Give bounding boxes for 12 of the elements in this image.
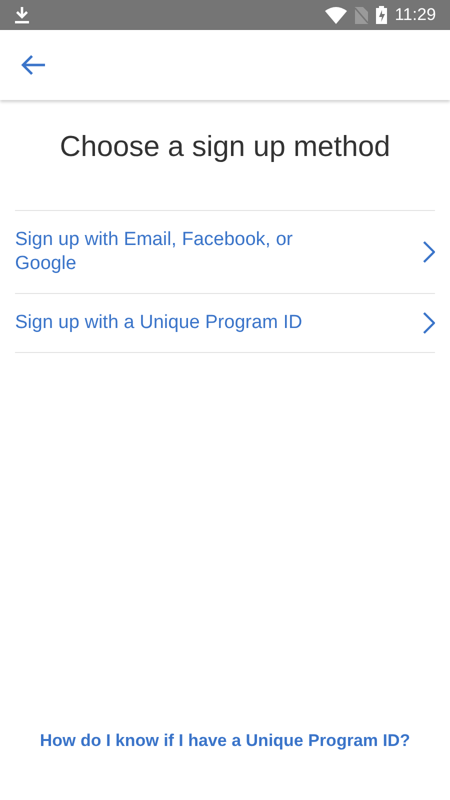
chevron-icon [423,312,435,334]
chevron-icon [423,240,435,262]
sign-up-option[interactable]: Sign up with a Unique Program ID [15,294,435,352]
battery-charging-icon [376,6,387,24]
wifi-icon [324,6,347,24]
download-icon [14,6,30,24]
help-link[interactable]: How do I know if I have a Unique Program ID? [40,731,410,750]
clock-time: 11:29 [394,4,436,26]
no-sim-icon [354,6,368,24]
back-button[interactable] [20,54,46,76]
page-title: Choose a sign up method [58,130,392,165]
sign-up-option[interactable]: Sign up with Email, Facebook, or Google [15,210,435,294]
